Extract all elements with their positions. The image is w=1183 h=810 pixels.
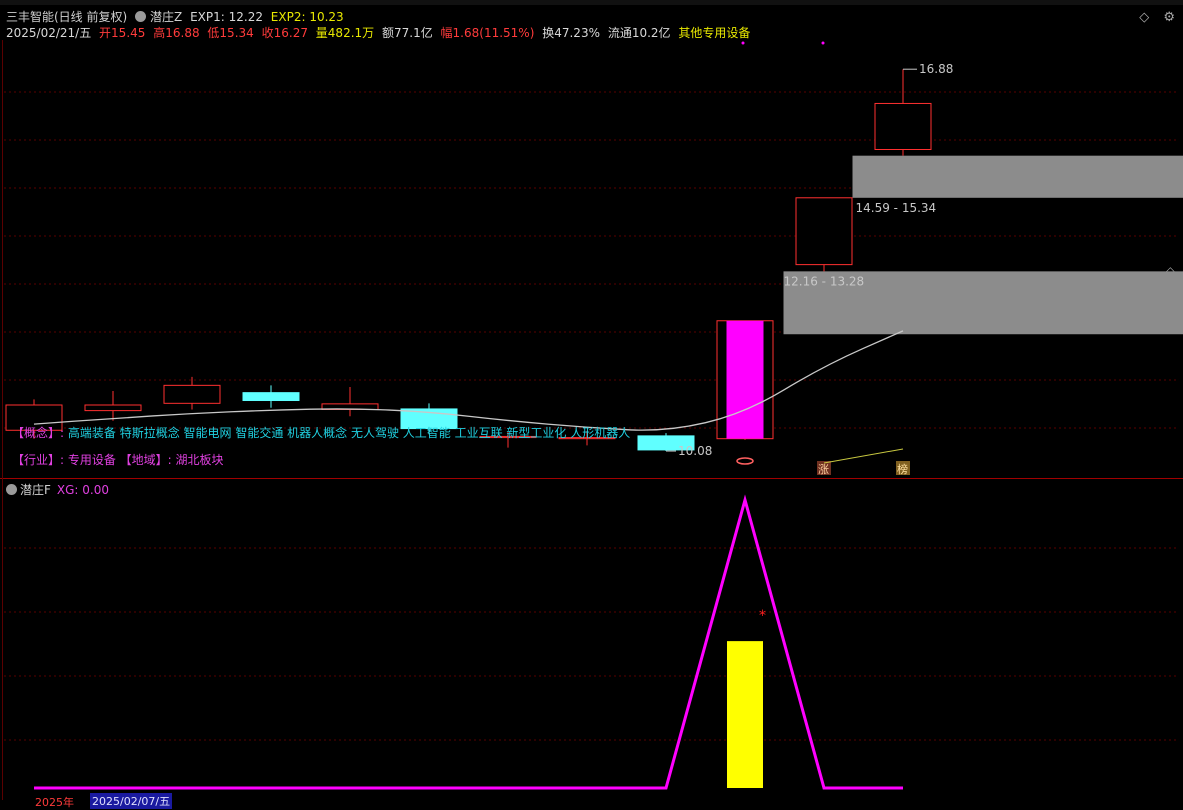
footer-year: 2025年 bbox=[35, 794, 74, 810]
industry-line: 【行业】: 专用设备 【地域】: 湖北板块 bbox=[12, 451, 224, 468]
limitup-marker bbox=[737, 458, 753, 464]
kline-chart[interactable]: 16.88 14.59 - 15.34 12.16 - 13.28 10.08 涨 榜 * bbox=[0, 0, 1183, 807]
dot-marker bbox=[742, 42, 745, 45]
subchart-header: 潜庄F XG: 0.00 bbox=[6, 481, 109, 498]
indicator-star: * bbox=[759, 608, 766, 624]
tag-connector bbox=[824, 449, 903, 463]
concept-line: 【概念】: 高端装备 特斯拉概念 智能电网 智能交通 机器人概念 无人驾驶 人工… bbox=[12, 424, 630, 441]
candle-body bbox=[243, 393, 299, 401]
tag-bang: 榜 bbox=[897, 462, 908, 476]
subchart-title[interactable]: 潜庄F bbox=[20, 483, 51, 497]
candle-body bbox=[796, 198, 852, 265]
high-label: 16.88 bbox=[919, 62, 953, 76]
gap1-label: 14.59 - 15.34 bbox=[856, 201, 937, 215]
candles bbox=[6, 69, 931, 451]
indicator-line bbox=[34, 500, 903, 788]
indicator-bar bbox=[727, 641, 763, 788]
candle-body bbox=[875, 103, 931, 149]
concept-key: 【概念】: bbox=[12, 426, 64, 440]
tag-zhang: 涨 bbox=[818, 463, 829, 476]
subchart-xg: XG: 0.00 bbox=[57, 483, 109, 497]
candle-body bbox=[85, 405, 141, 411]
candle-body bbox=[727, 321, 764, 439]
low-label: 10.08 bbox=[678, 444, 712, 458]
dot-marker bbox=[822, 42, 825, 45]
subchart-gear-icon[interactable] bbox=[6, 484, 17, 495]
candle-body bbox=[164, 385, 220, 403]
gap-zone bbox=[853, 156, 1183, 198]
concept-value: 高端装备 特斯拉概念 智能电网 智能交通 机器人概念 无人驾驶 人工智能 工业互… bbox=[68, 426, 630, 440]
gap2-label: 12.16 - 13.28 bbox=[784, 274, 865, 288]
indicator-chart: * bbox=[34, 500, 903, 788]
